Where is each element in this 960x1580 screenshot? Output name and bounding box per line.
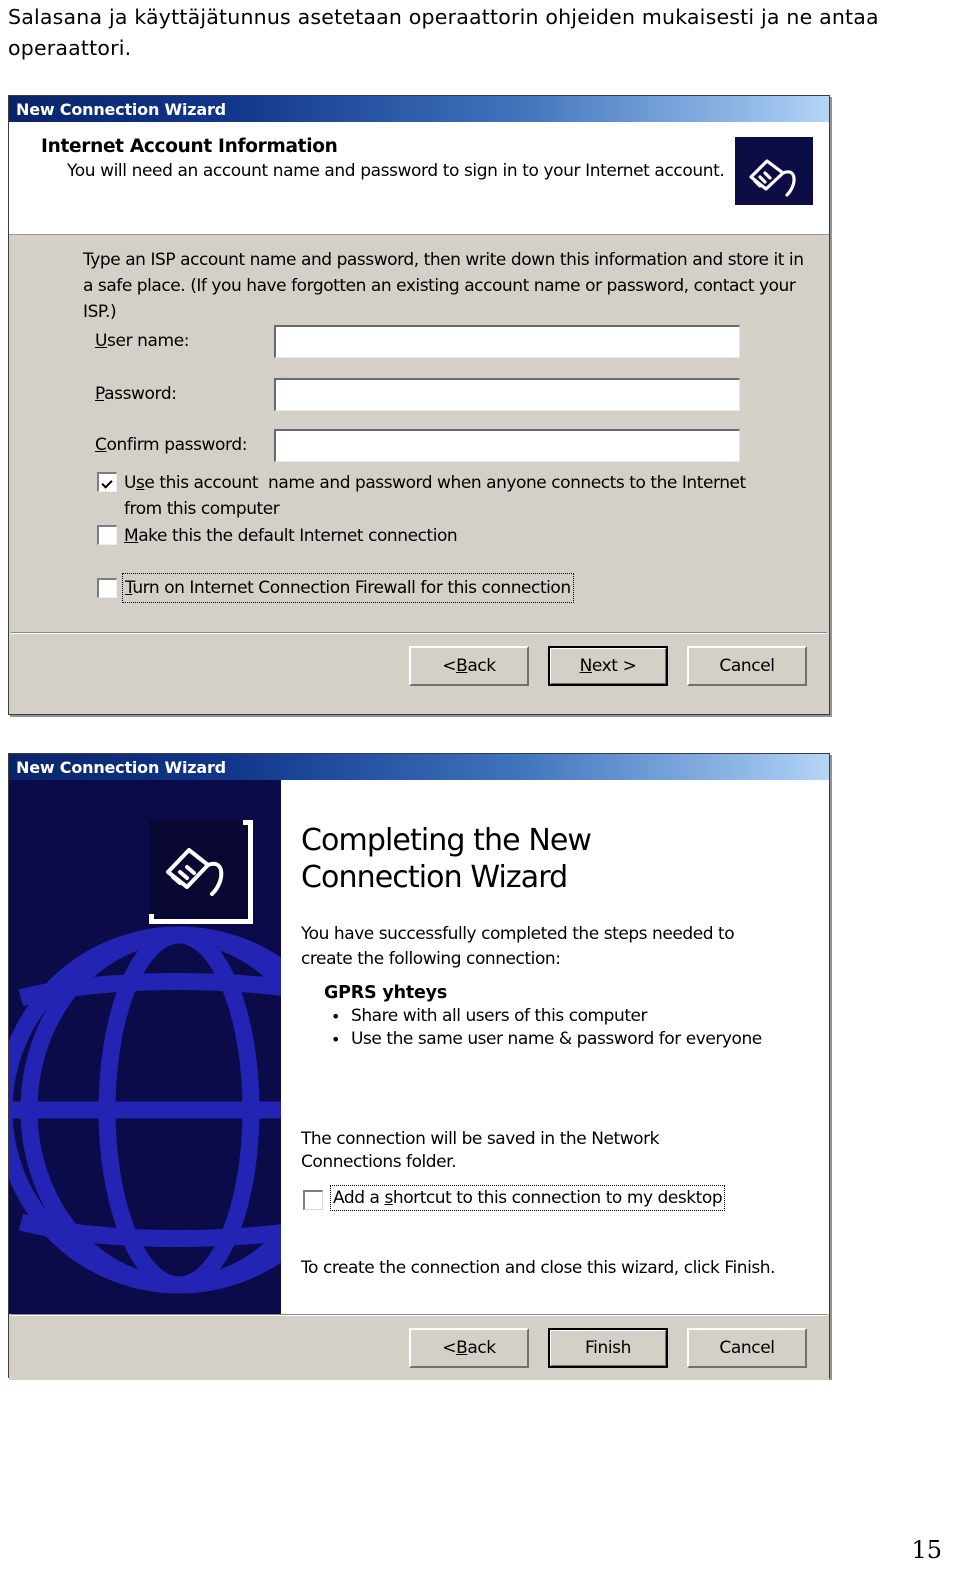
form-row-confirm-password: Confirm password: — [9, 429, 829, 463]
dialog1-heading: Internet Account Information — [41, 136, 338, 157]
page-root: Salasana ja käyttäjätunnus asetetaan ope… — [0, 0, 960, 1580]
network-plug-glyph — [735, 137, 813, 205]
new-connection-wizard-dialog-completing: New Connection Wizard Completing the New… — [8, 753, 830, 1380]
new-connection-wizard-dialog-account-info: New Connection Wizard Internet Account I… — [8, 95, 830, 715]
saved-location-text: The connection will be saved in the Netw… — [301, 1129, 660, 1172]
finish-button[interactable]: Finish — [548, 1328, 668, 1368]
intro-paragraph: Salasana ja käyttäjätunnus asetetaan ope… — [8, 5, 879, 60]
use-account-label[interactable]: Use this account name and password when … — [124, 470, 784, 522]
checkbox-row-add-shortcut[interactable]: Add a shortcut to this connection to my … — [303, 1185, 726, 1211]
dialog1-titlebar: New Connection Wizard — [9, 96, 829, 122]
firewall-checkbox[interactable] — [97, 578, 117, 598]
default-connection-checkbox[interactable] — [97, 525, 117, 545]
network-plug-icon — [149, 820, 253, 924]
wizard-banner — [9, 780, 281, 1314]
add-shortcut-checkbox[interactable] — [303, 1190, 323, 1210]
password-input[interactable] — [274, 378, 740, 411]
dialog2-lead-text: You have successfully completed the step… — [301, 924, 735, 969]
username-input[interactable] — [274, 325, 740, 358]
cancel-button-1[interactable]: Cancel — [687, 646, 807, 686]
form-row-username: User name: — [9, 325, 829, 359]
firewall-label[interactable]: Turn on Internet Connection Firewall for… — [122, 573, 574, 603]
dialog1-subheading: You will need an account name and passwo… — [67, 161, 725, 181]
dialog2-heading: Completing the New Connection Wizard — [301, 823, 592, 895]
dialog2-content: Completing the New Connection Wizard You… — [9, 780, 829, 1314]
list-item: Share with all users of this computer — [331, 1005, 762, 1028]
connection-name: GPRS yhteys — [324, 983, 448, 1003]
dialog1-button-bar: < Back Next > Cancel — [9, 634, 829, 698]
dialog1-body-text: Type an ISP account name and password, t… — [83, 250, 804, 322]
page-number: 15 — [911, 1536, 942, 1564]
connection-properties-list: Share with all users of this computer Us… — [325, 1005, 762, 1051]
next-button[interactable]: Next > — [548, 646, 668, 686]
network-plug-glyph — [149, 820, 243, 914]
default-connection-label[interactable]: Make this the default Internet connectio… — [124, 523, 458, 549]
cancel-button-2[interactable]: Cancel — [687, 1328, 807, 1368]
username-label: User name: — [95, 331, 190, 351]
confirm-password-input[interactable] — [274, 429, 740, 462]
form-row-password: Password: — [9, 378, 829, 412]
add-shortcut-label[interactable]: Add a shortcut to this connection to my … — [329, 1185, 726, 1211]
finish-note: To create the connection and close this … — [301, 1258, 776, 1278]
password-label: Password: — [95, 384, 177, 404]
dialog2-pane: Completing the New Connection Wizard You… — [281, 780, 829, 1314]
dialog2-button-bar: < Back Finish Cancel — [9, 1316, 829, 1380]
dialog1-title: New Connection Wizard — [16, 99, 226, 119]
dialog1-body: Type an ISP account name and password, t… — [9, 235, 829, 698]
list-item: Use the same user name & password for ev… — [331, 1028, 762, 1051]
back-button-2[interactable]: < Back — [409, 1328, 529, 1368]
dialog2-title: New Connection Wizard — [16, 757, 226, 777]
dialog2-titlebar: New Connection Wizard — [9, 754, 829, 780]
use-account-checkbox[interactable] — [97, 472, 117, 492]
back-button-1[interactable]: < Back — [409, 646, 529, 686]
network-plug-icon — [732, 134, 816, 208]
dialog1-header: Internet Account Information You will ne… — [9, 122, 829, 235]
confirm-password-label: Confirm password: — [95, 435, 248, 455]
